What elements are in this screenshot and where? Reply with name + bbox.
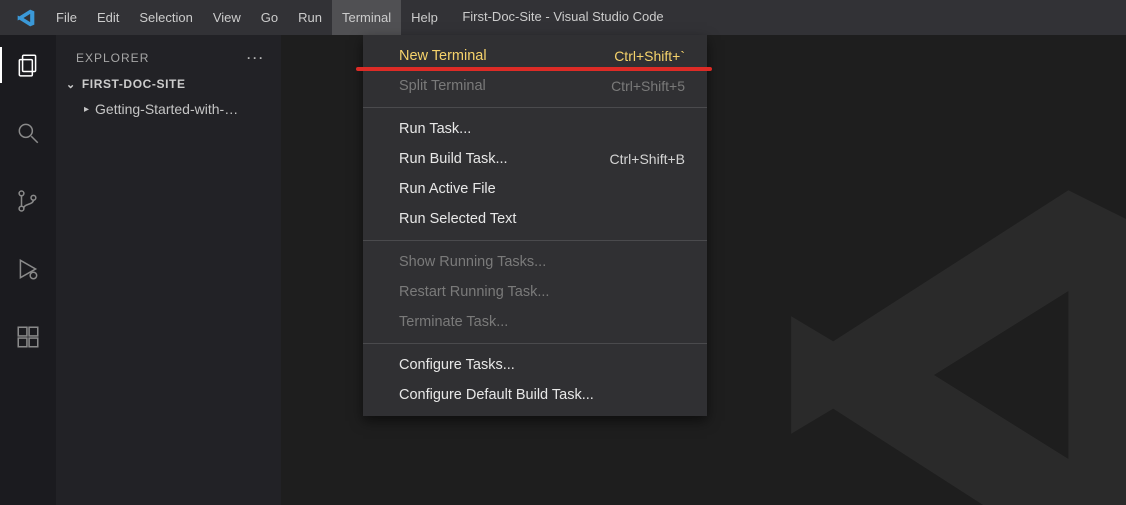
terminal-menu-dropdown: New Terminal Ctrl+Shift+` Split Terminal Ct…	[363, 35, 707, 416]
chevron-down-icon: ⌄	[66, 78, 76, 91]
sidebar-folder-name: FIRST-DOC-SITE	[82, 77, 186, 91]
menu-item-label: Run Selected Text	[399, 211, 516, 227]
menu-item-label: Split Terminal	[399, 78, 486, 94]
sidebar-header: EXPLORER ···	[56, 39, 281, 71]
activitybar	[0, 35, 56, 505]
tree-item-label: Getting-Started-with-…	[95, 101, 238, 117]
menubar-items: FileEditSelectionViewGoRunTerminalHelp	[46, 0, 448, 35]
menu-item-split-terminal: Split Terminal Ctrl+Shift+5	[363, 71, 707, 101]
menu-item-terminate-task: Terminate Task...	[363, 307, 707, 337]
menu-item-run-build-task[interactable]: Run Build Task... Ctrl+Shift+B	[363, 144, 707, 174]
vscode-icon	[16, 8, 36, 28]
menu-separator	[363, 240, 707, 241]
search-icon	[15, 120, 41, 146]
activitybar-run-debug[interactable]	[0, 249, 56, 289]
menu-item-label: Run Task...	[399, 121, 471, 137]
menu-item-shortcut: Ctrl+Shift+5	[611, 78, 685, 94]
menu-item-label: Configure Tasks...	[399, 357, 515, 373]
menu-selection[interactable]: Selection	[129, 0, 202, 35]
menu-item-shortcut: Ctrl+Shift+`	[614, 48, 685, 64]
activitybar-extensions[interactable]	[0, 317, 56, 357]
menu-separator	[363, 107, 707, 108]
menu-item-configure-tasks[interactable]: Configure Tasks...	[363, 350, 707, 380]
menu-item-label: Run Active File	[399, 181, 496, 197]
menu-separator	[363, 343, 707, 344]
vscode-watermark-icon	[766, 165, 1126, 505]
menu-item-label: Terminate Task...	[399, 314, 508, 330]
menu-item-restart-running-task: Restart Running Task...	[363, 277, 707, 307]
sidebar-folder-header[interactable]: ⌄ FIRST-DOC-SITE	[56, 71, 281, 97]
menu-item-run-active-file[interactable]: Run Active File	[363, 174, 707, 204]
menu-item-shortcut: Ctrl+Shift+B	[610, 151, 685, 167]
menu-file[interactable]: File	[46, 0, 87, 35]
files-icon	[15, 52, 41, 78]
menu-help[interactable]: Help	[401, 0, 448, 35]
play-bug-icon	[15, 256, 41, 282]
menu-edit[interactable]: Edit	[87, 0, 129, 35]
menu-item-label: New Terminal	[399, 48, 487, 64]
activitybar-source-control[interactable]	[0, 181, 56, 221]
menubar: FileEditSelectionViewGoRunTerminalHelp F…	[0, 0, 1126, 35]
menu-go[interactable]: Go	[251, 0, 288, 35]
menu-item-label: Restart Running Task...	[399, 284, 549, 300]
annotation-underline	[356, 67, 712, 71]
menu-run[interactable]: Run	[288, 0, 332, 35]
sidebar-title: EXPLORER	[76, 51, 149, 65]
sidebar: EXPLORER ··· ⌄ FIRST-DOC-SITE ▸ Getting-…	[56, 35, 281, 505]
tree-item[interactable]: ▸ Getting-Started-with-…	[56, 97, 281, 121]
extensions-icon	[15, 324, 41, 350]
activitybar-search[interactable]	[0, 113, 56, 153]
vscode-logo	[6, 0, 46, 35]
branch-icon	[15, 188, 41, 214]
menu-item-run-task[interactable]: Run Task...	[363, 114, 707, 144]
sidebar-more-icon[interactable]: ···	[247, 51, 265, 65]
menu-item-label: Show Running Tasks...	[399, 254, 546, 270]
menu-item-show-running-tasks: Show Running Tasks...	[363, 247, 707, 277]
menu-item-configure-default-build-task[interactable]: Configure Default Build Task...	[363, 380, 707, 410]
menu-item-label: Run Build Task...	[399, 151, 508, 167]
menu-view[interactable]: View	[203, 0, 251, 35]
activitybar-explorer[interactable]	[0, 45, 56, 85]
chevron-right-icon: ▸	[84, 104, 89, 115]
menu-item-run-selected-text[interactable]: Run Selected Text	[363, 204, 707, 234]
menu-item-label: Configure Default Build Task...	[399, 387, 594, 403]
menu-terminal[interactable]: Terminal	[332, 0, 401, 35]
